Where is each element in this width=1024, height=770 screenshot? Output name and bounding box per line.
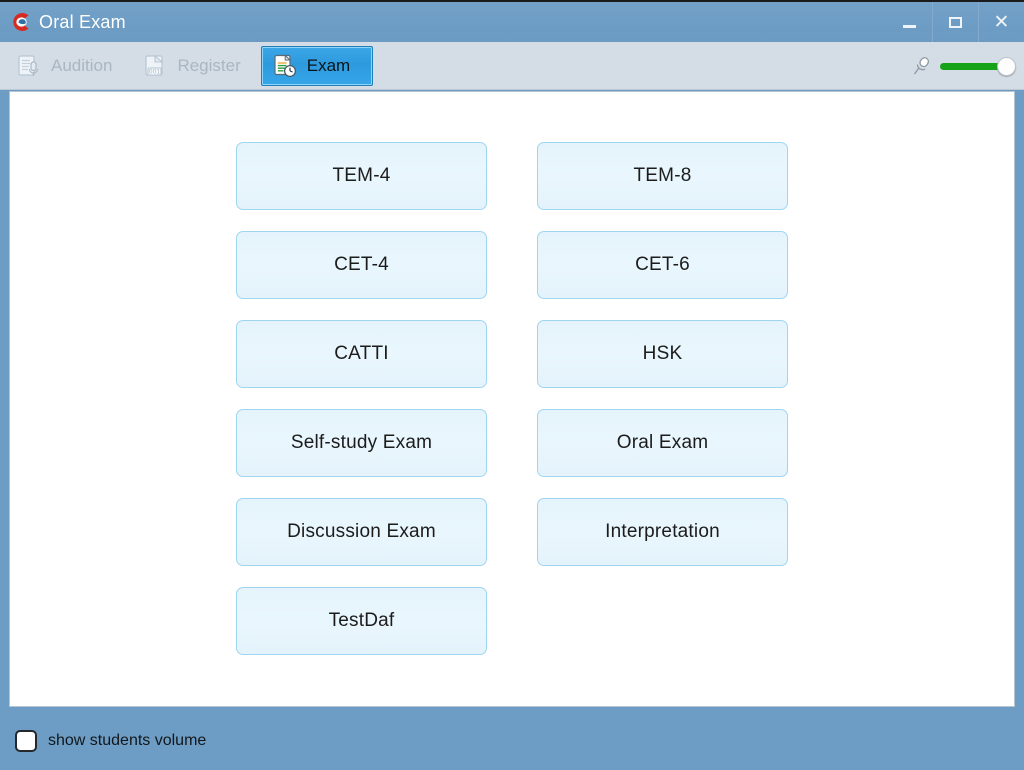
- content-area: TEM-4 CET-4 CATTI Self-study Exam Discus…: [9, 91, 1015, 707]
- window-title: Oral Exam: [39, 11, 126, 32]
- application-window: Oral Exam ✕ Audition 001 Register Exam T…: [0, 0, 1024, 770]
- exam-button-tem-8[interactable]: TEM-8: [537, 142, 788, 210]
- toolbar: Audition 001 Register Exam: [0, 42, 1024, 90]
- tab-register-label: Register: [177, 55, 241, 75]
- document-microphone-icon: [16, 53, 42, 79]
- exam-button-label: HSK: [642, 343, 683, 364]
- maximize-button[interactable]: [932, 2, 978, 42]
- status-bar: show students volume: [0, 712, 1024, 770]
- app-logo-icon: [9, 11, 31, 33]
- exam-button-cet-6[interactable]: CET-6: [537, 231, 788, 299]
- minimize-icon: [902, 24, 916, 28]
- exam-button-tem-4[interactable]: TEM-4: [236, 142, 487, 210]
- tab-exam-label: Exam: [306, 55, 351, 75]
- exam-button-oral-exam[interactable]: Oral Exam: [537, 409, 788, 477]
- exam-button-label: Self-study Exam: [290, 432, 433, 453]
- exam-button-cet-4[interactable]: CET-4: [236, 231, 487, 299]
- exam-button-label: Interpretation: [605, 521, 720, 542]
- exam-button-testdaf[interactable]: TestDaf: [236, 587, 487, 655]
- svg-text:001: 001: [149, 68, 161, 75]
- exam-button-label: CET-4: [334, 254, 389, 275]
- exam-button-catti[interactable]: CATTI: [236, 320, 487, 388]
- exam-button-hsk[interactable]: HSK: [537, 320, 788, 388]
- document-number-001-icon: 001: [142, 53, 168, 79]
- volume-slider[interactable]: [940, 56, 1016, 76]
- title-bar[interactable]: Oral Exam ✕: [0, 2, 1024, 42]
- exam-button-grid: TEM-4 CET-4 CATTI Self-study Exam Discus…: [236, 142, 788, 655]
- exam-button-label: Oral Exam: [616, 432, 709, 453]
- volume-area: [910, 42, 1016, 90]
- show-students-volume-label: show students volume: [48, 732, 207, 749]
- exam-button-label: CET-6: [635, 254, 690, 275]
- tab-audition-label: Audition: [51, 55, 113, 75]
- close-icon: ✕: [993, 11, 1010, 33]
- minimize-button[interactable]: [886, 2, 932, 42]
- exam-button-self-study-exam[interactable]: Self-study Exam: [236, 409, 487, 477]
- maximize-icon: [949, 16, 962, 28]
- tab-exam[interactable]: Exam: [260, 45, 374, 86]
- tab-audition[interactable]: Audition: [6, 46, 126, 86]
- exam-button-label: Discussion Exam: [287, 521, 436, 542]
- exam-button-label: TEM-4: [332, 165, 391, 186]
- exam-button-label: CATTI: [334, 343, 389, 364]
- show-students-volume-checkbox[interactable]: [15, 730, 37, 752]
- exam-button-label: TEM-8: [633, 165, 692, 186]
- exam-column-left: TEM-4 CET-4 CATTI Self-study Exam Discus…: [236, 142, 487, 655]
- exam-button-discussion-exam[interactable]: Discussion Exam: [236, 498, 487, 566]
- microphone-icon: [910, 55, 932, 77]
- tab-register[interactable]: 001 Register: [132, 46, 254, 86]
- document-clock-icon: [272, 53, 298, 79]
- window-controls: ✕: [886, 2, 1024, 42]
- exam-button-interpretation[interactable]: Interpretation: [537, 498, 788, 566]
- volume-knob[interactable]: [997, 56, 1016, 76]
- exam-button-label: TestDaf: [328, 610, 395, 631]
- close-button[interactable]: ✕: [978, 2, 1024, 42]
- exam-column-right: TEM-8 CET-6 HSK Oral Exam Interpretation: [537, 142, 788, 655]
